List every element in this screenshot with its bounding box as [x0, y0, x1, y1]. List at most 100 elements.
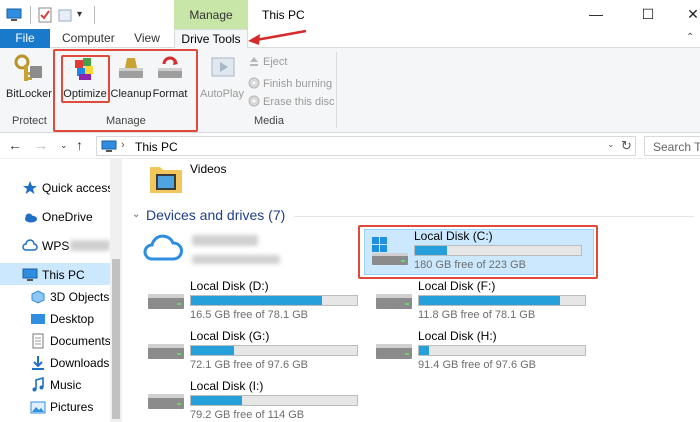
refresh-icon[interactable]: ↻ [621, 138, 632, 154]
nav-scrollbar[interactable] [110, 159, 122, 422]
back-icon[interactable]: ← [8, 137, 22, 153]
drive-usage-bar [190, 345, 358, 356]
desktop-icon [31, 314, 45, 324]
content-pane: Videos ⌄ Devices and drives (7) Local Di… [122, 159, 700, 422]
hard-drive-icon [376, 344, 412, 359]
drive-usage-bar [418, 345, 586, 356]
tab-view[interactable]: View [130, 29, 164, 48]
search-placeholder: Search Th [653, 140, 700, 154]
drive-free-space: 72.1 GB free of 97.6 GB [190, 359, 309, 371]
nav-label: Pictures [50, 400, 94, 414]
maximize-icon[interactable]: ☐ [640, 6, 656, 22]
redacted-text [192, 255, 280, 264]
autoplay-label: AutoPlay [200, 88, 245, 100]
breadcrumb[interactable]: This PC [135, 140, 178, 154]
nav-label: WPS [42, 239, 70, 253]
drive-usage-fill [191, 396, 243, 405]
search-input[interactable]: Search Th [644, 136, 700, 156]
breadcrumb-separator-icon: › [121, 139, 125, 151]
new-folder-icon[interactable] [58, 7, 72, 23]
tab-drive-tools[interactable]: Drive Tools [174, 29, 248, 49]
videos-folder-icon[interactable] [148, 161, 184, 195]
hard-drive-icon [376, 294, 412, 309]
finish-burning-label: Finish burning [263, 78, 333, 90]
tab-file[interactable]: File [0, 29, 50, 48]
redacted-text [192, 235, 258, 246]
hard-drive-icon [148, 394, 184, 409]
address-bar[interactable]: › This PC ⌄ ↻ [96, 136, 636, 156]
forward-icon[interactable]: → [34, 137, 48, 153]
cube-icon [31, 290, 45, 304]
drive-name: Local Disk (I:) [190, 379, 264, 393]
scrollbar-thumb[interactable] [112, 259, 120, 419]
drive-item-c[interactable]: Local Disk (C:) 180 GB free of 223 GB [370, 229, 582, 273]
disc-icon [248, 77, 260, 89]
divider [294, 216, 694, 217]
group-label-protect: Protect [12, 115, 47, 127]
nav-label: Quick access [42, 181, 114, 195]
drive-name: Local Disk (G:) [190, 329, 270, 343]
drive-usage-bar [418, 295, 586, 306]
up-icon[interactable]: ↑ [76, 137, 83, 153]
drive-name: Local Disk (H:) [418, 329, 497, 343]
drive-usage-bar [190, 295, 358, 306]
drive-item-i[interactable]: Local Disk (I:) 79.2 GB free of 114 GB [146, 379, 358, 422]
bitlocker-icon [14, 54, 42, 81]
properties-icon[interactable] [38, 7, 52, 23]
nav-label: Desktop [50, 312, 95, 326]
drive-usage-fill [191, 346, 235, 355]
section-title-devices[interactable]: Devices and drives (7) [146, 207, 285, 223]
computer-icon [101, 140, 117, 152]
drive-item-h[interactable]: Local Disk (H:) 91.4 GB free of 97.6 GB [374, 329, 586, 373]
drive-name: Local Disk (C:) [414, 229, 493, 243]
customize-toolbar-icon[interactable]: ▾ [77, 7, 87, 23]
autoplay-button[interactable]: AutoPlay [200, 52, 244, 100]
group-label-media: Media [254, 115, 284, 127]
chevron-down-icon[interactable]: ⌄ [607, 139, 615, 150]
tab-computer[interactable]: Computer [62, 29, 115, 48]
drive-item-d[interactable]: Local Disk (D:) 16.5 GB free of 78.1 GB [146, 279, 358, 323]
hard-drive-icon [148, 344, 184, 359]
chevron-down-icon[interactable]: ⌄ [132, 209, 140, 220]
erase-disc-button[interactable]: Erase this disc [248, 95, 335, 109]
navigation-pane: Quick access OneDrive WPS This PC 3D Obj… [0, 159, 122, 422]
title-bar: ▾ Manage This PC — ☐ ✕ [0, 0, 700, 29]
eject-button[interactable]: Eject [248, 55, 287, 69]
cloud-outline-icon [22, 239, 38, 251]
nav-label: OneDrive [42, 210, 93, 224]
download-icon [32, 356, 44, 370]
star-icon [23, 181, 37, 194]
drive-free-space: 16.5 GB free of 78.1 GB [190, 309, 309, 321]
erase-disc-label: Erase this disc [263, 96, 335, 108]
bitlocker-button[interactable]: BitLocker [6, 52, 52, 100]
annotation-arrow [248, 29, 307, 45]
windows-drive-icon [372, 237, 408, 265]
annotation-box-optimize [61, 55, 110, 103]
divider [94, 6, 95, 24]
drive-item-g[interactable]: Local Disk (G:) 72.1 GB free of 97.6 GB [146, 329, 358, 373]
finish-burning-button[interactable]: Finish burning [248, 77, 332, 91]
folder-label-videos[interactable]: Videos [190, 162, 226, 176]
drive-usage-bar [414, 245, 582, 256]
drive-free-space: 91.4 GB free of 97.6 GB [418, 359, 537, 371]
cloud-drive-item[interactable] [142, 231, 342, 275]
eject-icon [250, 57, 258, 66]
drive-item-f[interactable]: Local Disk (F:) 11.8 GB free of 78.1 GB [374, 279, 586, 323]
close-icon[interactable]: ✕ [686, 6, 700, 22]
manage-context-label: Manage [174, 0, 248, 29]
document-icon [32, 333, 44, 349]
drive-usage-fill [419, 346, 429, 355]
computer-icon[interactable] [6, 7, 22, 23]
collapse-ribbon-icon[interactable]: ⌃ [686, 32, 694, 43]
recent-locations-icon[interactable]: ⌄ [60, 140, 68, 151]
autoplay-icon [211, 57, 235, 77]
nav-label: Music [50, 378, 82, 392]
window-title: This PC [262, 8, 305, 22]
drive-name: Local Disk (F:) [418, 279, 496, 293]
nav-label: 3D Objects [50, 290, 110, 304]
divider [336, 52, 337, 128]
drive-free-space: 180 GB free of 223 GB [414, 259, 526, 271]
drive-usage-fill [191, 296, 323, 305]
bitlocker-label: BitLocker [6, 88, 52, 100]
minimize-icon[interactable]: — [588, 6, 604, 22]
